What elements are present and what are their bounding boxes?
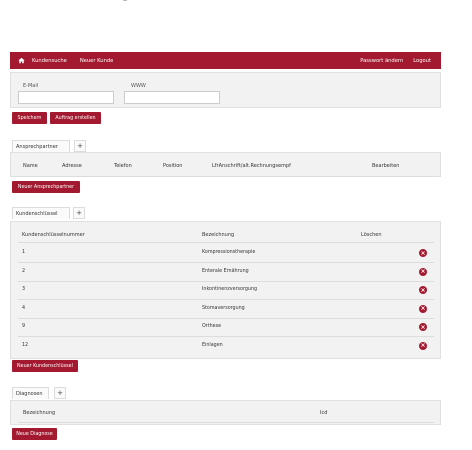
key-number-cell: 3	[22, 287, 26, 292]
key-number-cell: 12	[22, 342, 29, 348]
key-number-cell: 1	[22, 250, 26, 255]
delete-icon[interactable]: ×	[419, 267, 427, 276]
key-label-cell: Inkontinenzversorgung	[202, 287, 258, 292]
key-label-cell: Kompressionstherapie	[202, 250, 256, 255]
add-key-tab-button[interactable]: +	[73, 207, 85, 219]
diagnoses-divider	[18, 422, 434, 423]
key-row-divider	[18, 317, 434, 319]
contacts-header-edit: Bearbeiten	[372, 163, 400, 169]
key-row-divider	[18, 262, 434, 263]
key-number-cell: 2	[22, 268, 26, 274]
diagnoses-header-label: Bezeichnung	[23, 410, 56, 416]
key-row-divider	[18, 299, 434, 300]
save-button[interactable]: Speichern	[12, 112, 47, 124]
key-number-cell: 4	[22, 305, 26, 311]
delete-icon[interactable]: ×	[419, 323, 427, 331]
new-diagnosis-button[interactable]: Neue Diagnose	[12, 428, 57, 440]
email-label: E-Mail	[23, 83, 39, 89]
add-diagnosis-tab-button[interactable]: +	[54, 387, 66, 399]
nav-kundensuche[interactable]: Kundensuche	[32, 58, 67, 64]
keys-header-delete: Löschen	[361, 232, 382, 238]
new-contact-button[interactable]: Neuer Ansprechpartner	[12, 181, 80, 193]
contacts-header-phone: Telefon	[114, 163, 132, 169]
email-input[interactable]	[18, 91, 114, 104]
contacts-header-address: Adresse	[62, 163, 82, 169]
delete-icon[interactable]: ×	[419, 341, 427, 350]
home-icon[interactable]	[10, 57, 32, 64]
diagnoses-header-icd: Icd	[320, 410, 328, 416]
nav-password-change[interactable]: Passwort ändern	[360, 58, 403, 64]
key-number-cell: 9	[22, 324, 26, 329]
delete-icon[interactable]: ×	[419, 304, 427, 313]
nav-neuer-kunde[interactable]: Neuer Kunde	[80, 58, 114, 64]
key-label-cell: Einlagen	[202, 342, 223, 348]
create-order-button[interactable]: Auftrag erstellen	[50, 112, 101, 124]
key-row-divider	[18, 280, 434, 282]
top-dash	[123, 0, 127, 1]
contacts-header-position: Position	[163, 163, 183, 169]
delete-icon[interactable]: ×	[419, 286, 427, 294]
key-row-divider	[18, 336, 434, 337]
contacts-header-delivery-address: LfrAnschrift/alt.Rechnungsempf	[212, 163, 291, 169]
new-customer-key-button[interactable]: Neuer Kundenschlüssel	[12, 360, 78, 372]
web-contact-panel: E-Mail WWW	[10, 72, 441, 108]
key-label-cell: Orthese	[202, 324, 222, 329]
key-label-cell: Stomaversorgung	[202, 305, 245, 311]
keys-header-divider	[18, 242, 434, 243]
www-input[interactable]	[124, 91, 220, 104]
nav-logout[interactable]: Logout	[413, 58, 431, 64]
tab-customer-keys[interactable]: Kundenschlüssel	[12, 207, 70, 219]
delete-icon[interactable]: ×	[419, 249, 427, 257]
www-label: WWW	[131, 83, 146, 89]
add-contact-tab-button[interactable]: +	[74, 140, 86, 152]
contacts-header-name: Name	[23, 163, 38, 169]
main-navbar: Kundensuche Neuer Kunde Passwort ändern …	[10, 52, 441, 69]
keys-header-label: Bezeichnung	[202, 232, 235, 238]
tab-diagnoses[interactable]: Diagnosen	[12, 387, 49, 399]
keys-header-number: Kundenschlüsselnummer	[22, 232, 85, 238]
contacts-panel: Name Adresse Telefon Position LfrAnschri…	[10, 152, 441, 177]
contacts-divider	[18, 176, 434, 177]
tab-contacts[interactable]: Ansprechpartner	[12, 140, 70, 152]
key-label-cell: Enterale Ernährung	[202, 268, 249, 274]
